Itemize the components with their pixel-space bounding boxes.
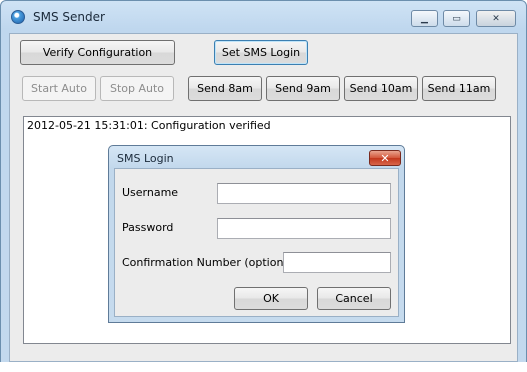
close-icon: ✕ xyxy=(492,13,500,24)
minimize-button[interactable]: ▁ xyxy=(411,10,438,27)
stop-auto-button[interactable]: Stop Auto xyxy=(100,76,174,101)
password-field[interactable] xyxy=(217,218,391,239)
send-9am-button[interactable]: Send 9am xyxy=(266,76,340,101)
close-button[interactable]: ✕ xyxy=(476,10,516,27)
globe-icon xyxy=(11,10,25,24)
minimize-icon: ▁ xyxy=(421,13,428,24)
desktop-strip xyxy=(0,362,527,372)
send-8am-button[interactable]: Send 8am xyxy=(188,76,262,101)
cancel-button[interactable]: Cancel xyxy=(317,287,391,310)
verify-configuration-button[interactable]: Verify Configuration xyxy=(20,40,175,65)
log-line: 2012-05-21 15:31:01: Configuration verif… xyxy=(27,119,271,132)
password-label: Password xyxy=(122,221,174,234)
dialog-body: Username Password Confirmation Number (o… xyxy=(114,168,399,317)
dialog-title: SMS Login xyxy=(117,152,174,165)
close-icon: ✕ xyxy=(380,151,390,165)
maximize-button[interactable]: ▭ xyxy=(443,10,470,27)
username-field[interactable] xyxy=(217,183,391,204)
title-bar[interactable]: SMS Sender ▁ ▭ ✕ xyxy=(1,1,526,31)
maximize-icon: ▭ xyxy=(452,13,461,24)
start-auto-button[interactable]: Start Auto xyxy=(22,76,96,101)
send-10am-button[interactable]: Send 10am xyxy=(344,76,418,101)
sms-login-dialog: SMS Login ✕ Username Password Confirmati… xyxy=(108,145,405,323)
confirmation-number-field[interactable] xyxy=(283,252,391,273)
username-label: Username xyxy=(122,186,179,199)
confirmation-number-label: Confirmation Number (optional) xyxy=(122,256,298,269)
dialog-close-button[interactable]: ✕ xyxy=(369,150,401,166)
ok-button[interactable]: OK xyxy=(234,287,308,310)
window-title: SMS Sender xyxy=(33,10,105,24)
set-sms-login-button[interactable]: Set SMS Login xyxy=(214,40,308,65)
send-11am-button[interactable]: Send 11am xyxy=(422,76,496,101)
